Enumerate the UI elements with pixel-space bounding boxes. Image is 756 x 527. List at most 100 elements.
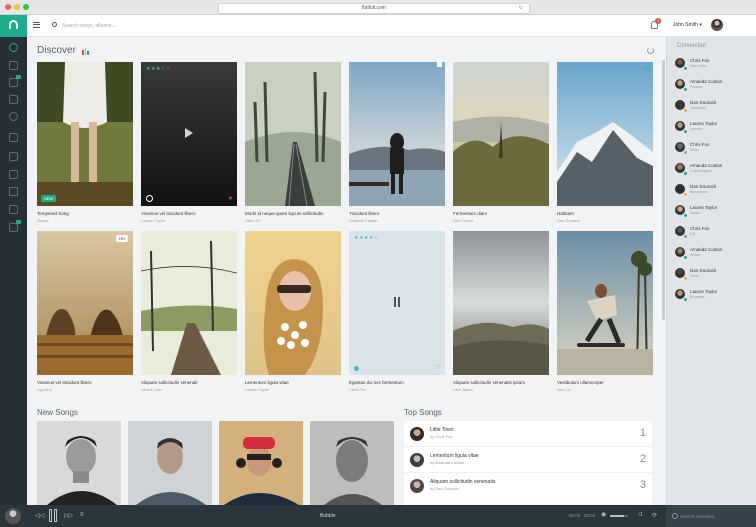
music-note-icon[interactable] <box>9 61 18 70</box>
song-title[interactable]: Habitant <box>557 211 574 216</box>
top-song-row[interactable]: Little Town by Chris Fox 1 <box>404 421 652 447</box>
mail-icon[interactable] <box>9 95 18 104</box>
song-card[interactable]: Aliquam sollicitudin venenatis ipsum Lark… <box>453 231 549 392</box>
contact-item[interactable]: Chris Fox Milan <box>675 139 755 159</box>
user-menu[interactable]: John Smith ▾ <box>673 22 702 28</box>
radio-icon[interactable] <box>9 112 18 121</box>
list-icon[interactable] <box>9 170 18 179</box>
song-artist[interactable]: Chris Fox <box>349 387 366 392</box>
close-window-icon[interactable] <box>5 4 11 10</box>
song-title[interactable]: Egestas dui nec fermentum <box>349 380 404 385</box>
contact-item[interactable]: Dan Doorack Barcelona <box>675 181 755 201</box>
song-artist[interactable]: Ligulai-b <box>37 387 52 392</box>
song-cover[interactable] <box>453 231 549 375</box>
contact-item[interactable]: Amanda Conlan Africa <box>675 244 755 264</box>
contact-item[interactable]: Chris Fox UK <box>675 223 755 243</box>
song-cover[interactable] <box>141 231 237 375</box>
song-artist[interactable]: Lauren Taylor <box>245 387 269 392</box>
monitor-icon[interactable] <box>9 133 18 142</box>
song-card[interactable]: ★★★★☆ ♡ Egestas dui nec fermentum Chris Fox <box>349 231 445 392</box>
contact-item[interactable]: Lauren Taylor Tokyo <box>675 202 755 222</box>
song-card[interactable]: Lementum ligula vitae Lauren Taylor <box>245 231 341 392</box>
info-icon[interactable] <box>146 195 153 202</box>
top-song-row[interactable]: Lementum ligula vitae by Amanda Conlan 2 <box>404 447 652 473</box>
song-card[interactable]: Tincidunt libero Amanda Conlan <box>349 62 445 223</box>
song-title[interactable]: Tincidunt libero <box>349 211 379 216</box>
heart-icon[interactable]: ♥ <box>228 196 232 202</box>
song-cover[interactable]: NEW <box>37 62 133 206</box>
contact-item[interactable]: Lauren Taylor Brussels <box>675 286 755 306</box>
user-avatar[interactable] <box>711 19 723 31</box>
minimize-window-icon[interactable] <box>14 4 20 10</box>
heart-outline-icon[interactable]: ♡ <box>435 364 440 371</box>
play-icon[interactable] <box>185 128 193 138</box>
refresh-icon[interactable] <box>647 47 654 54</box>
song-cover[interactable] <box>245 231 341 375</box>
add-icon[interactable] <box>644 66 649 71</box>
rating-stars[interactable]: ★★★★☆ <box>354 235 379 241</box>
contact-item[interactable]: Amanda Conlan Copenhagen <box>675 160 755 180</box>
volume-icon[interactable]: ◉ <box>601 511 606 518</box>
app-logo[interactable] <box>0 15 27 37</box>
maximize-window-icon[interactable] <box>23 4 29 10</box>
song-title[interactable]: Morbi id neque quam liqcum sollicitudin <box>245 211 324 216</box>
song-artist[interactable]: Lauren Taylor <box>141 218 165 223</box>
song-cover[interactable]: HD <box>37 231 133 375</box>
search-input[interactable] <box>62 20 222 31</box>
contact-item[interactable]: Lauren Taylor London <box>675 118 755 138</box>
new-song-thumbnail[interactable] <box>219 421 303 505</box>
microphone-icon[interactable] <box>9 152 18 161</box>
inbox-icon[interactable] <box>9 78 18 87</box>
song-title[interactable]: Tempered Song <box>37 211 69 216</box>
song-title[interactable]: Lementum ligula vitae <box>245 380 289 385</box>
song-cover[interactable]: ★★★★☆ ♡ <box>349 231 445 375</box>
contact-item[interactable]: Amanda Conlan France <box>675 76 755 96</box>
bookmark-icon[interactable] <box>9 223 18 232</box>
song-card[interactable]: Morbi id neque quam liqcum sollicitudin A… <box>245 62 341 223</box>
song-artist[interactable]: Allen JH <box>245 218 260 223</box>
new-song-thumbnail[interactable] <box>37 421 121 505</box>
play-pause-button[interactable] <box>49 509 58 522</box>
song-artist[interactable]: Dan Doorack <box>557 218 580 223</box>
song-cover[interactable]: ★★★☆☆ ♥ <box>141 62 237 206</box>
reload-icon[interactable]: ↻ <box>519 4 523 13</box>
song-title[interactable]: Fermentum diam <box>453 211 487 216</box>
next-track-icon[interactable]: ▷▷ <box>64 512 73 519</box>
note-icon[interactable] <box>9 205 18 214</box>
song-cover[interactable] <box>557 231 653 375</box>
song-artist[interactable]: Alex Liu <box>557 387 571 392</box>
pause-icon[interactable] <box>393 297 401 307</box>
contact-item[interactable]: Dan Doorack Hamburg <box>675 97 755 117</box>
song-cover[interactable] <box>349 62 445 206</box>
song-artist[interactable]: James Garr <box>141 387 162 392</box>
song-card[interactable]: Habitant Dan Doorack <box>557 62 653 223</box>
song-title[interactable]: Vivamus vel tincidunt libero <box>141 211 195 216</box>
song-cover[interactable] <box>245 62 341 206</box>
song-card[interactable]: ★★★☆☆ ♥ Vivamus vel tincidunt libero Lauren… <box>141 62 237 223</box>
info-icon[interactable] <box>354 366 359 371</box>
contact-item[interactable]: Chris Fox New York <box>675 55 755 75</box>
discover-icon[interactable] <box>9 43 18 52</box>
song-card[interactable]: Vestibulum ullamcorper Alex Liu <box>557 231 653 392</box>
search-members-input[interactable] <box>680 510 750 522</box>
song-cover[interactable] <box>453 62 549 206</box>
song-card[interactable]: HD Vivamus vel tincidunt libero Ligulai-b <box>37 231 133 392</box>
volume-slider[interactable] <box>610 515 628 517</box>
address-bar[interactable]: flatfull.com ↻ <box>218 3 530 14</box>
song-card[interactable]: NEW Tempered Song Miaow <box>37 62 133 223</box>
song-artist[interactable]: Miaow <box>37 218 49 223</box>
main-scrollbar[interactable] <box>662 60 665 320</box>
shuffle-icon[interactable]: ⤨ <box>637 512 642 519</box>
rating-stars[interactable]: ★★★☆☆ <box>146 66 171 72</box>
song-title[interactable]: Vestibulum ullamcorper <box>557 380 604 385</box>
song-card[interactable]: Aliquam sollicitudin venenati James Garr <box>141 231 237 392</box>
contact-item[interactable]: Dan Doorack Paris <box>675 265 755 285</box>
playlist-icon[interactable]: ≡ <box>80 512 84 518</box>
song-artist[interactable]: Lark Jason <box>453 387 473 392</box>
song-title[interactable]: Aliquam sollicitudin venenatis ipsum <box>453 380 525 385</box>
previous-track-icon[interactable]: ◁◁ <box>35 512 44 519</box>
song-cover[interactable] <box>557 62 653 206</box>
song-title[interactable]: Aliquam sollicitudin venenati <box>141 380 198 385</box>
grid-icon[interactable] <box>9 187 18 196</box>
new-song-thumbnail[interactable] <box>310 421 394 505</box>
